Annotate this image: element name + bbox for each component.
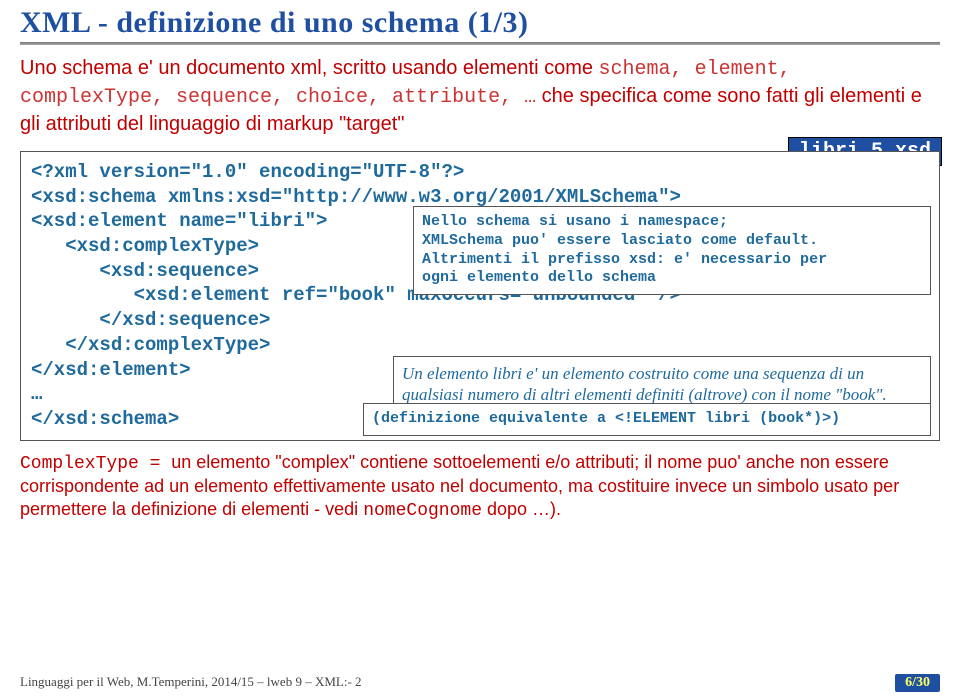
page-title: XML - definizione di uno schema (1/3)	[20, 6, 940, 40]
callout-line: Altrimenti il prefisso xsd: e' necessari…	[422, 251, 922, 270]
footer: Linguaggi per il Web, M.Temperini, 2014/…	[20, 674, 940, 692]
callout-line: Nello schema si usano i namespace;	[422, 213, 922, 232]
callout-line: XMLSchema puo' essere lasciato come defa…	[422, 232, 922, 251]
footer-page-number: 6/30	[895, 674, 940, 692]
callout-equiv: (definizione equivalente a <!ELEMENT lib…	[363, 403, 931, 436]
code-wrapper: libri.5.xsd <?xml version="1.0" encoding…	[20, 151, 940, 441]
aftertext-mono2: nomeCognome	[363, 501, 482, 521]
callout-line: ogni elemento dello schema	[422, 269, 922, 288]
aftertext-tail: dopo …).	[482, 499, 561, 519]
intro-text: Uno schema e' un documento xml, scritto …	[20, 55, 940, 137]
code-block: <?xml version="1.0" encoding="UTF-8"?> <…	[20, 151, 940, 441]
callout-line: Un elemento libri e' un elemento costrui…	[402, 363, 922, 406]
title-rule	[20, 42, 940, 45]
code-line: </xsd:sequence>	[31, 308, 929, 333]
code-line: <?xml version="1.0" encoding="UTF-8"?>	[31, 160, 929, 185]
footer-left: Linguaggi per il Web, M.Temperini, 2014/…	[20, 674, 362, 692]
callout-namespace: Nello schema si usano i namespace; XMLSc…	[413, 206, 931, 295]
aftertext-mono: ComplexType =	[20, 454, 171, 474]
code-line: </xsd:complexType>	[31, 333, 929, 358]
paragraph-complextype: ComplexType = un elemento "complex" cont…	[20, 451, 940, 523]
intro-prefix: Uno schema e' un documento xml, scritto …	[20, 57, 599, 79]
